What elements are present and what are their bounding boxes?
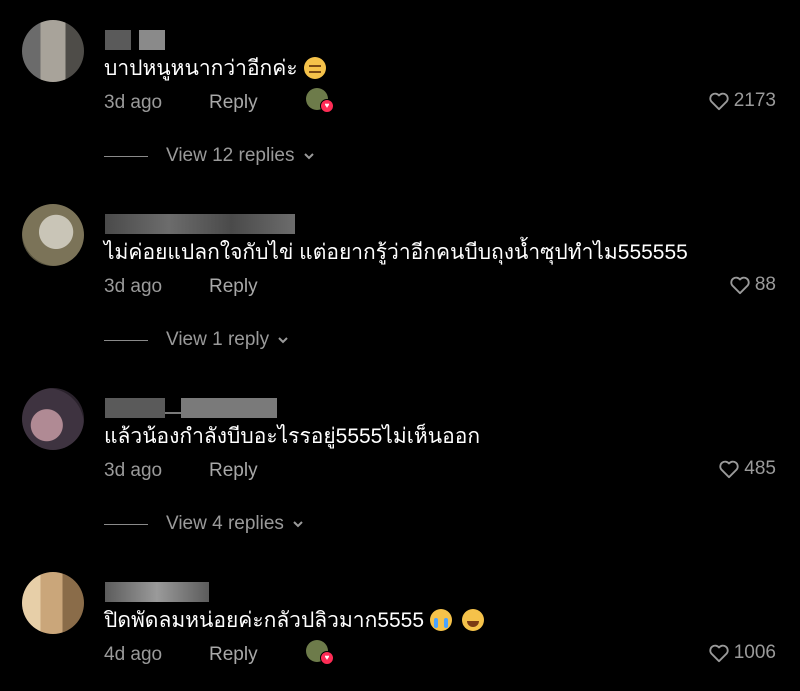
like-count: 2173 <box>733 90 776 111</box>
view-replies-label: View 1 reply <box>166 329 270 350</box>
like-count: 88 <box>754 274 776 295</box>
comment-text: แล้วน้องกำลังบีบอะไรรอยู่5555ไม่เห็นออก <box>104 425 481 448</box>
like-button[interactable]: 88 <box>729 274 776 296</box>
comment-text: บาปหนูหนากว่าอีกค่ะ <box>104 56 326 82</box>
comment-text: ปิดพัดลมหน่อยค่ะกลัวปลิวมาก5555 <box>104 608 485 634</box>
divider-line <box>104 339 148 341</box>
comment-time: 3d ago <box>104 92 163 113</box>
chevron-down-icon <box>293 521 303 528</box>
chevron-down-icon <box>278 337 288 344</box>
reply-button[interactable]: Reply <box>209 644 258 666</box>
reply-button[interactable]: Reply <box>209 460 258 482</box>
username-blurred[interactable] <box>105 582 209 602</box>
heart-outline-icon <box>730 276 750 295</box>
comment-text: ไม่ค่อยแปลกใจกับไข่ แต่อยากรู้ว่าอีกคนบี… <box>104 241 688 264</box>
heart-outline-icon <box>719 460 739 479</box>
username-blurred[interactable] <box>105 30 165 50</box>
like-button[interactable]: 1006 <box>708 642 776 664</box>
view-replies-button[interactable]: View 4 replies <box>104 513 304 535</box>
heart-outline-icon <box>709 644 729 663</box>
like-count: 485 <box>744 458 776 479</box>
reply-button[interactable]: Reply <box>209 276 258 298</box>
heart-badge-icon: ♥ <box>320 99 334 113</box>
view-replies-label: View 4 replies <box>166 513 284 534</box>
creator-liked-avatar-icon: ♥ <box>306 640 334 665</box>
view-replies-label: View 12 replies <box>166 145 295 166</box>
pensive-face-emoji-icon <box>303 57 326 79</box>
avatar[interactable] <box>22 20 84 82</box>
reply-button[interactable]: Reply <box>209 92 258 114</box>
comment-time: 4d ago <box>104 644 163 665</box>
comment-time: 3d ago <box>104 276 163 297</box>
username-blurred[interactable] <box>105 214 295 234</box>
like-button[interactable]: 485 <box>718 458 776 480</box>
avatar[interactable] <box>22 572 84 634</box>
view-replies-button[interactable]: View 1 reply <box>104 329 289 351</box>
divider-line <box>104 523 148 525</box>
view-replies-button[interactable]: View 12 replies <box>104 145 315 167</box>
loudly-crying-face-emoji-icon <box>430 609 453 631</box>
creator-liked-avatar-icon: ♥ <box>306 88 334 113</box>
heart-outline-icon <box>709 92 729 111</box>
divider-line <box>104 155 148 157</box>
grinning-squinting-face-emoji-icon <box>462 609 485 631</box>
avatar[interactable] <box>22 388 84 450</box>
username-blurred[interactable] <box>105 398 277 418</box>
like-count: 1006 <box>733 642 776 663</box>
comment-time: 3d ago <box>104 460 163 481</box>
like-button[interactable]: 2173 <box>708 90 776 112</box>
avatar[interactable] <box>22 204 84 266</box>
heart-badge-icon: ♥ <box>320 651 334 665</box>
chevron-down-icon <box>303 153 314 160</box>
